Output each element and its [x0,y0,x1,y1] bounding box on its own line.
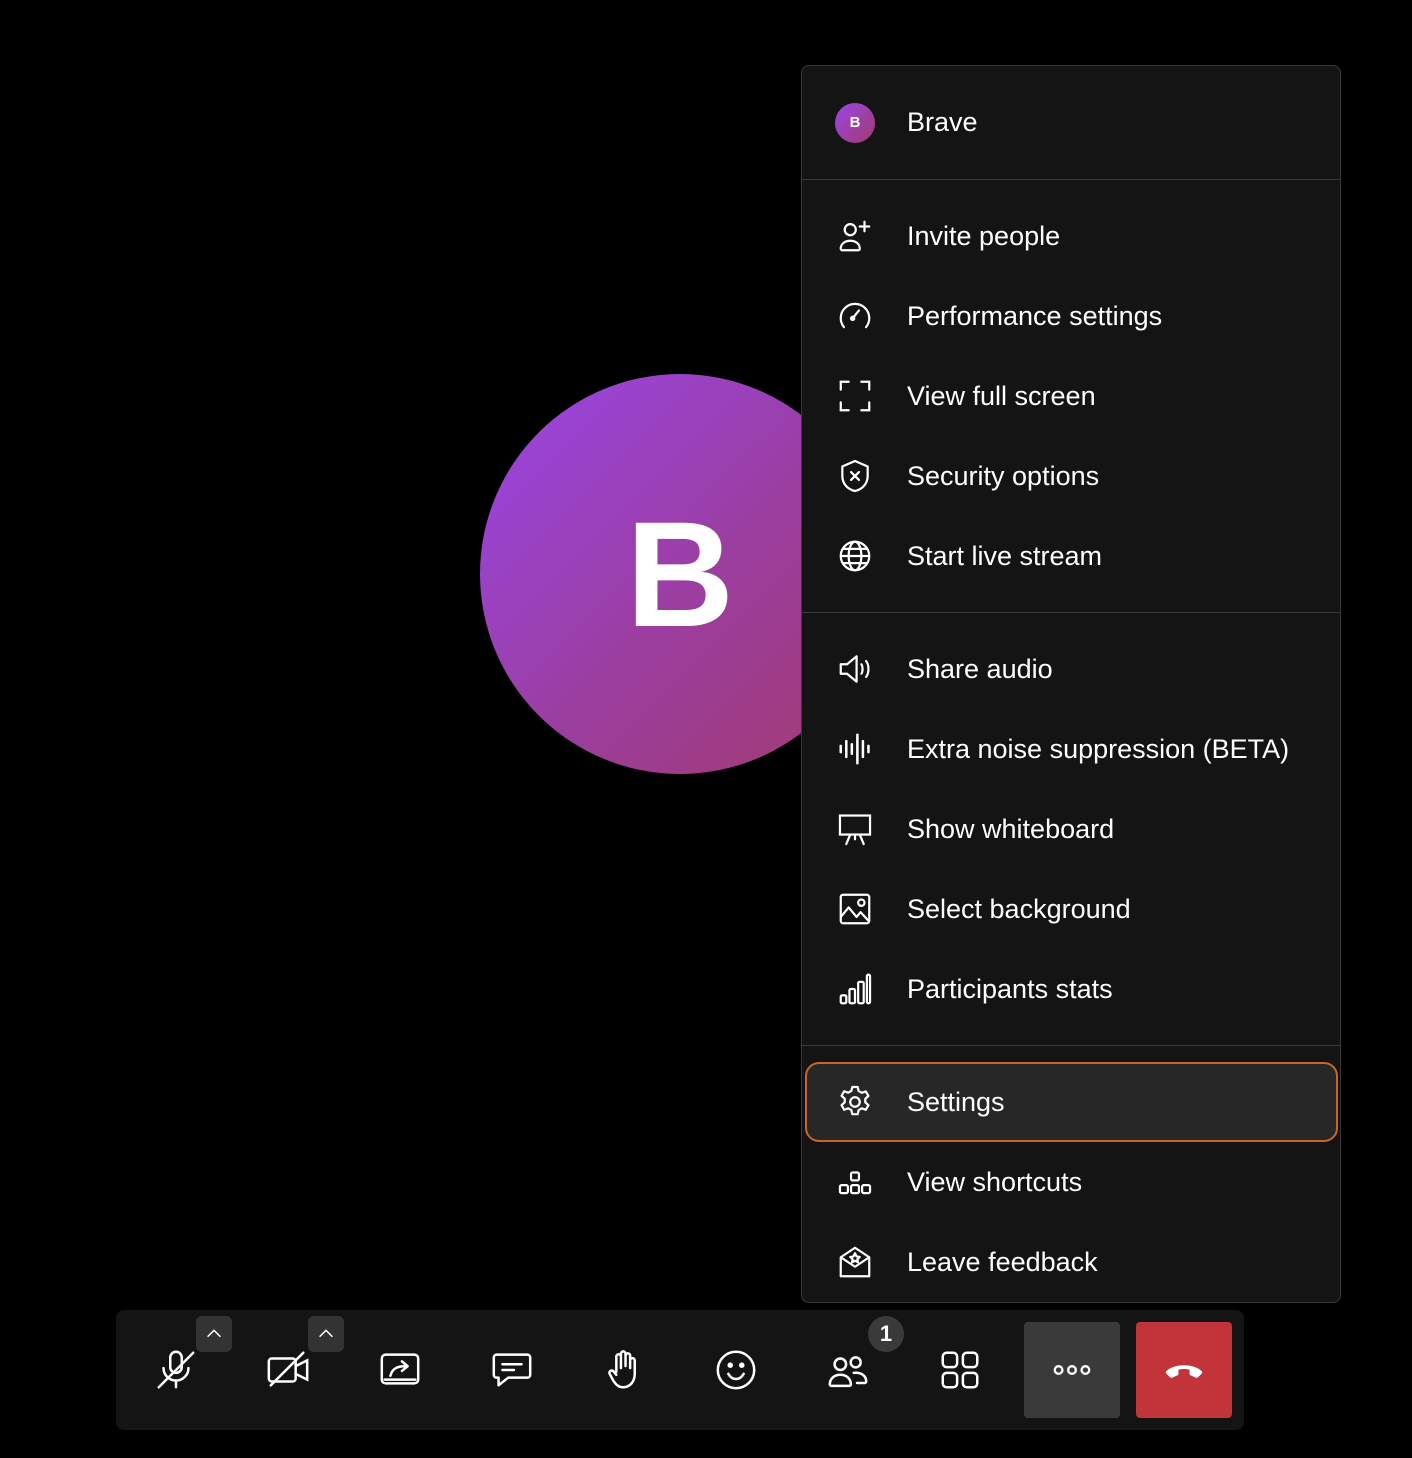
menu-section-3: Settings View shortcuts Leave feedback [802,1046,1340,1318]
user-name: Brave [907,107,978,137]
menu-item-label: Leave feedback [907,1246,1098,1277]
image-icon [835,889,875,929]
menu-item-view-shortcuts[interactable]: View shortcuts [802,1142,1340,1222]
gear-icon [835,1082,875,1122]
video-settings-caret[interactable] [308,1316,344,1352]
menu-item-label: Extra noise suppression (BETA) [907,733,1290,764]
menu-item-start-live-stream[interactable]: Start live stream [802,516,1340,596]
more-actions-button[interactable] [1024,1322,1120,1418]
microphone-muted-icon [157,1350,195,1389]
menu-item-participants-stats[interactable]: Participants stats [802,949,1340,1029]
menu-section-2: Share audio Extra noise suppression (BET… [802,613,1340,1046]
tile-view-icon [941,1351,979,1389]
menu-item-settings[interactable]: Settings [805,1062,1338,1142]
menu-item-label: Start live stream [907,540,1103,571]
menu-item-security-options[interactable]: Security options [802,436,1340,516]
menu-item-performance-settings[interactable]: Performance settings [802,276,1340,356]
menu-item-label: Performance settings [907,300,1163,331]
menu-item-label: Share audio [907,653,1053,684]
menu-item-show-whiteboard[interactable]: Show whiteboard [802,789,1340,869]
menu-user-row: B Brave [802,66,1340,180]
menu-item-label: View shortcuts [907,1166,1083,1197]
chevron-up-icon [207,1329,221,1338]
hangup-button[interactable] [1136,1322,1232,1418]
menu-item-leave-feedback[interactable]: Leave feedback [802,1222,1340,1302]
shield-icon [835,456,875,496]
menu-item-label: Show whiteboard [907,813,1115,844]
menu-item-share-audio[interactable]: Share audio [802,629,1340,709]
call-toolbar: 1 [116,1310,1244,1430]
reactions-icon [716,1350,756,1390]
raise-hand-button[interactable] [588,1334,660,1406]
participant-initial: B [625,490,735,658]
chat-button[interactable] [476,1334,548,1406]
menu-item-label: Select background [907,893,1131,924]
globe-icon [835,536,875,576]
menu-item-label: Settings [907,1086,1005,1117]
tile-view-button[interactable] [924,1334,996,1406]
hangup-icon [1165,1365,1203,1378]
menu-item-select-background[interactable]: Select background [802,869,1340,949]
participants-icon [828,1356,868,1388]
waveform-icon [835,729,875,769]
user-avatar: B [835,102,875,143]
menu-item-invite-people[interactable]: Invite people [802,196,1340,276]
menu-item-label: View full screen [907,380,1096,411]
menu-item-extra-noise-suppression[interactable]: Extra noise suppression (BETA) [802,709,1340,789]
speedometer-icon [835,296,875,336]
menu-item-label: Participants stats [907,973,1113,1004]
raise-hand-icon [608,1350,636,1389]
more-icon [1053,1365,1091,1375]
chat-icon [492,1353,532,1387]
menu-item-view-full-screen[interactable]: View full screen [802,356,1340,436]
more-actions-menu: B Brave Invite people Performance settin… [801,65,1341,1303]
menu-item-label: Security options [907,460,1100,491]
bar-chart-icon [835,969,875,1009]
invite-people-icon [835,216,875,256]
feedback-icon [835,1242,875,1282]
participants-count-badge: 1 [868,1316,904,1352]
menu-section-1: Invite people Performance settings View … [802,180,1340,613]
whiteboard-icon [835,809,875,849]
speaker-icon [835,649,875,689]
shortcuts-icon [835,1162,875,1202]
screen-share-button[interactable] [364,1334,436,1406]
audio-settings-caret[interactable] [196,1316,232,1352]
reactions-button[interactable] [700,1334,772,1406]
camera-off-icon [267,1351,309,1387]
chevron-up-icon [319,1329,333,1338]
screen-share-icon [380,1353,420,1385]
menu-item-label: Invite people [907,220,1061,251]
fullscreen-icon [835,376,875,416]
